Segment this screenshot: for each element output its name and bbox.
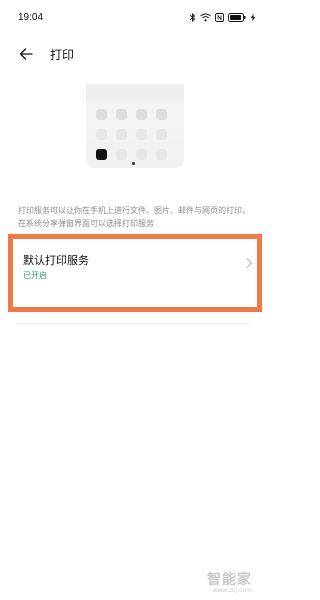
back-button[interactable] <box>14 42 38 66</box>
illustration-tile <box>96 109 107 120</box>
bluetooth-icon <box>189 12 196 22</box>
status-bar: 19:04 <box>0 0 270 34</box>
illustration-tile <box>156 149 167 160</box>
illustration-top-area <box>86 84 184 102</box>
divider <box>18 323 250 324</box>
print-service-status: 已开启 <box>23 271 47 280</box>
print-service-title: 默认打印服务 <box>23 254 89 267</box>
watermark: 智能家 www.znj.com <box>207 569 252 594</box>
illustration-tile <box>96 129 107 140</box>
illustration-tile <box>136 129 147 140</box>
page-title: 打印 <box>50 47 75 62</box>
illustration-tile <box>116 149 127 160</box>
nfc-icon <box>215 12 224 22</box>
back-arrow-icon <box>19 48 33 60</box>
illustration-tile <box>116 129 127 140</box>
watermark-brand: 智能家 <box>207 572 252 588</box>
chevron-right-icon <box>246 257 253 269</box>
illustration-tile <box>156 129 167 140</box>
status-icons <box>189 12 256 22</box>
illustration-tile <box>156 109 167 120</box>
illustration-print-tile <box>96 149 107 160</box>
illustration-tile <box>136 109 147 120</box>
wifi-icon <box>200 13 211 21</box>
print-description: 打印服务可以让你在手机上进行文件、图片、邮件与网页的打印，在系统分享弹窗界面可以… <box>18 206 250 228</box>
illustration-app-grid <box>96 109 167 160</box>
illustration-page-dot <box>132 162 135 165</box>
charging-icon <box>250 12 256 22</box>
watermark-url: www.znj.com <box>212 587 252 594</box>
default-print-service-item[interactable]: 默认打印服务 已开启 <box>8 234 262 312</box>
illustration-tile <box>136 149 147 160</box>
header: 打印 <box>0 38 270 70</box>
status-time: 19:04 <box>18 11 44 23</box>
illustration-tile <box>116 109 127 120</box>
battery-icon <box>228 12 246 22</box>
print-illustration <box>86 84 184 168</box>
